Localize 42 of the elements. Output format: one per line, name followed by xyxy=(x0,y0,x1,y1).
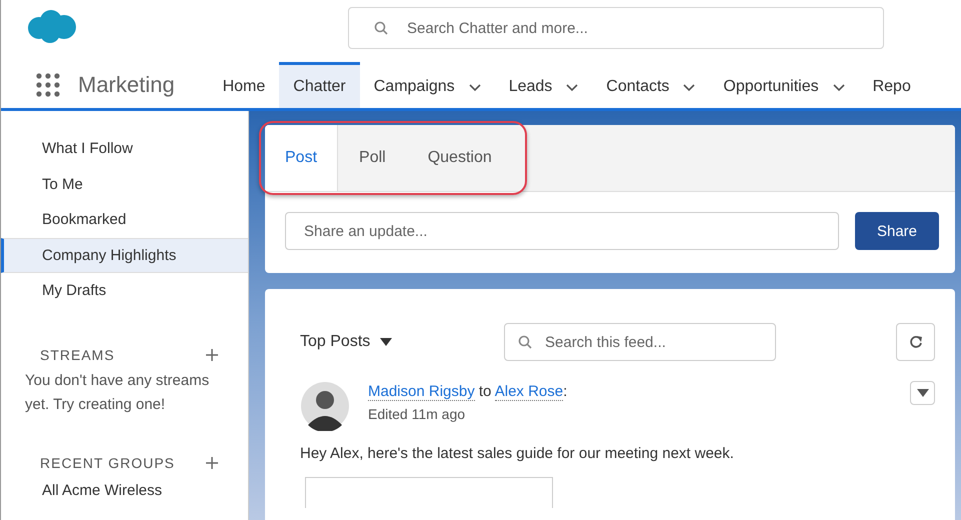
post-text: Hey Alex, here's the latest sales guide for our meeting next week. xyxy=(300,445,735,462)
add-icon[interactable] xyxy=(206,348,218,360)
sidebar-item[interactable]: My Drafts xyxy=(1,273,248,308)
avatar-icon xyxy=(300,381,350,431)
publisher-tab[interactable]: Post xyxy=(265,125,338,191)
empty-message: You don't have any streams yet. Try creating one! xyxy=(24,370,210,414)
refresh-icon xyxy=(908,335,922,349)
post-byline: Madison Rigsby to Alex Rose: xyxy=(368,382,568,403)
sidebar-item[interactable]: To Me xyxy=(1,166,248,202)
caret-down-icon xyxy=(916,389,928,397)
app-launcher-icon[interactable] xyxy=(36,73,60,97)
refresh-button[interactable] xyxy=(896,323,935,361)
author-link[interactable]: Madison Rigsby xyxy=(368,383,475,401)
nav-tab[interactable]: Repo xyxy=(858,62,925,108)
app-name: Marketing xyxy=(78,72,175,98)
recipient-link[interactable]: Alex Rose xyxy=(494,383,564,401)
nav-tab[interactable]: Chatter xyxy=(279,62,360,108)
add-icon[interactable] xyxy=(206,456,218,468)
post-timestamp: Edited 11m ago xyxy=(368,405,466,424)
nav-tab[interactable]: Opportunities xyxy=(709,62,859,108)
search-field[interactable]: Search Chatter and more... xyxy=(348,7,884,49)
caret-down-icon xyxy=(380,338,392,346)
search-icon xyxy=(374,21,388,35)
post-menu-button[interactable] xyxy=(910,381,935,405)
share-button[interactable]: Share xyxy=(855,212,939,250)
nav-tab[interactable]: Campaigns xyxy=(360,62,495,108)
publisher-tab[interactable]: Poll xyxy=(338,125,407,191)
cloud-logo xyxy=(25,8,77,44)
share-field[interactable]: Share an update... xyxy=(285,212,839,250)
feed-search-field[interactable]: Search this feed... xyxy=(504,323,776,361)
publisher-tab[interactable]: Question xyxy=(406,125,513,191)
sidebar-item[interactable]: What I Follow xyxy=(1,131,248,166)
section-title: STREAMS xyxy=(40,346,115,362)
sidebar-item[interactable]: Company Highlights xyxy=(1,238,248,273)
sidebar-item[interactable]: Bookmarked xyxy=(1,202,248,238)
section-title: RECENT GROUPS xyxy=(40,454,175,470)
nav-tab[interactable]: Home xyxy=(208,62,280,108)
nav-tab[interactable]: Leads xyxy=(494,62,592,108)
search-icon xyxy=(518,335,532,349)
group-link[interactable]: All Acme Wireless xyxy=(1,472,248,508)
nav-tab[interactable]: Contacts xyxy=(592,62,710,108)
sort-menu[interactable]: Top Posts xyxy=(300,333,504,351)
